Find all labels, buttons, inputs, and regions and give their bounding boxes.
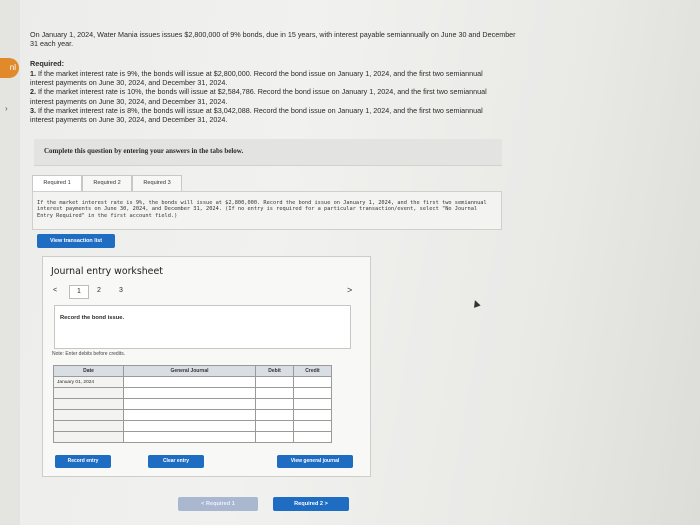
- account-cell[interactable]: [123, 398, 256, 410]
- debit-cell[interactable]: [255, 420, 294, 432]
- side-arrow-icon: ›: [5, 104, 8, 113]
- date-cell[interactable]: January 01, 2024: [53, 376, 124, 388]
- instruction-bar: Complete this question by entering your …: [34, 139, 502, 166]
- table-row: [53, 387, 332, 399]
- table-row: January 01, 2024: [53, 376, 332, 388]
- pager-page-2[interactable]: 2: [97, 285, 101, 297]
- pager-page-1[interactable]: 1: [69, 285, 89, 299]
- col-debit: Debit: [255, 365, 294, 377]
- tab-required-2[interactable]: Required 2: [82, 175, 132, 192]
- question-intro: On January 1, 2024, Water Mania issues i…: [30, 30, 516, 49]
- view-general-journal-button[interactable]: View general journal: [277, 455, 353, 468]
- left-strip: [0, 0, 20, 525]
- required-item-1: 1. If the market interest rate is 9%, th…: [30, 69, 483, 88]
- credit-cell[interactable]: [293, 431, 332, 443]
- journal-entry-worksheet: Journal entry worksheet < 1 2 3 > Record…: [42, 256, 371, 477]
- col-credit: Credit: [293, 365, 332, 377]
- table-row: [53, 420, 332, 432]
- credit-cell[interactable]: [293, 398, 332, 410]
- account-cell[interactable]: [123, 387, 256, 399]
- next-required-button[interactable]: Required 2 >: [273, 497, 349, 511]
- account-cell[interactable]: [123, 420, 256, 432]
- pager-page-3[interactable]: 3: [119, 285, 123, 297]
- table-row: [53, 431, 332, 443]
- required-title: Required:: [30, 59, 65, 68]
- screen: nl › On January 1, 2024, Water Mania iss…: [0, 0, 700, 525]
- col-date: Date: [53, 365, 124, 377]
- clear-entry-button[interactable]: Clear entry: [148, 455, 204, 468]
- debit-cell[interactable]: [255, 387, 294, 399]
- tab-panel-instructions: If the market interest rate is 9%, the b…: [37, 200, 487, 219]
- task-text: Record the bond issue.: [60, 315, 125, 321]
- account-cell[interactable]: [123, 431, 256, 443]
- required-list: 1. If the market interest rate is 9%, th…: [30, 69, 505, 124]
- credit-cell[interactable]: [293, 409, 332, 421]
- tab-required-1[interactable]: Required 1: [32, 175, 82, 192]
- table-row: [53, 398, 332, 410]
- credit-cell[interactable]: [293, 387, 332, 399]
- tab-panel: If the market interest rate is 9%, the b…: [32, 191, 502, 230]
- date-cell[interactable]: [53, 409, 124, 421]
- pager-prev-icon[interactable]: <: [53, 285, 57, 297]
- table-row: [53, 409, 332, 421]
- journal-table: Date General Journal Debit Credit Januar…: [53, 365, 332, 443]
- debit-cell[interactable]: [255, 376, 294, 388]
- date-cell[interactable]: [53, 431, 124, 443]
- prev-required-button[interactable]: < Required 1: [178, 497, 258, 511]
- required-item-3: 3. If the market interest rate is 8%, th…: [30, 105, 483, 125]
- credit-cell[interactable]: [293, 420, 332, 432]
- task-box: Record the bond issue.: [54, 305, 351, 349]
- pager-next-icon[interactable]: >: [347, 285, 352, 295]
- debit-cell[interactable]: [255, 409, 294, 421]
- tab-required-3[interactable]: Required 3: [132, 175, 182, 192]
- credit-cell[interactable]: [293, 376, 332, 388]
- instruction-text: Complete this question by entering your …: [44, 147, 244, 155]
- view-transaction-list-button[interactable]: View transaction list: [37, 234, 115, 248]
- required-item-2: 2. If the market interest rate is 10%, t…: [30, 87, 487, 106]
- worksheet-title: Journal entry worksheet: [51, 266, 163, 277]
- account-cell[interactable]: [123, 409, 256, 421]
- debit-cell[interactable]: [255, 398, 294, 410]
- date-cell[interactable]: [53, 420, 124, 432]
- date-cell[interactable]: [53, 398, 124, 410]
- mouse-cursor-icon: ▲: [467, 294, 484, 312]
- debit-cell[interactable]: [255, 431, 294, 443]
- account-cell[interactable]: [123, 376, 256, 388]
- debits-note: Note: Enter debits before credits.: [52, 351, 126, 357]
- record-entry-button[interactable]: Record entry: [55, 455, 111, 468]
- side-badge[interactable]: nl: [0, 58, 19, 78]
- col-general-journal: General Journal: [123, 365, 256, 377]
- date-cell[interactable]: [53, 387, 124, 399]
